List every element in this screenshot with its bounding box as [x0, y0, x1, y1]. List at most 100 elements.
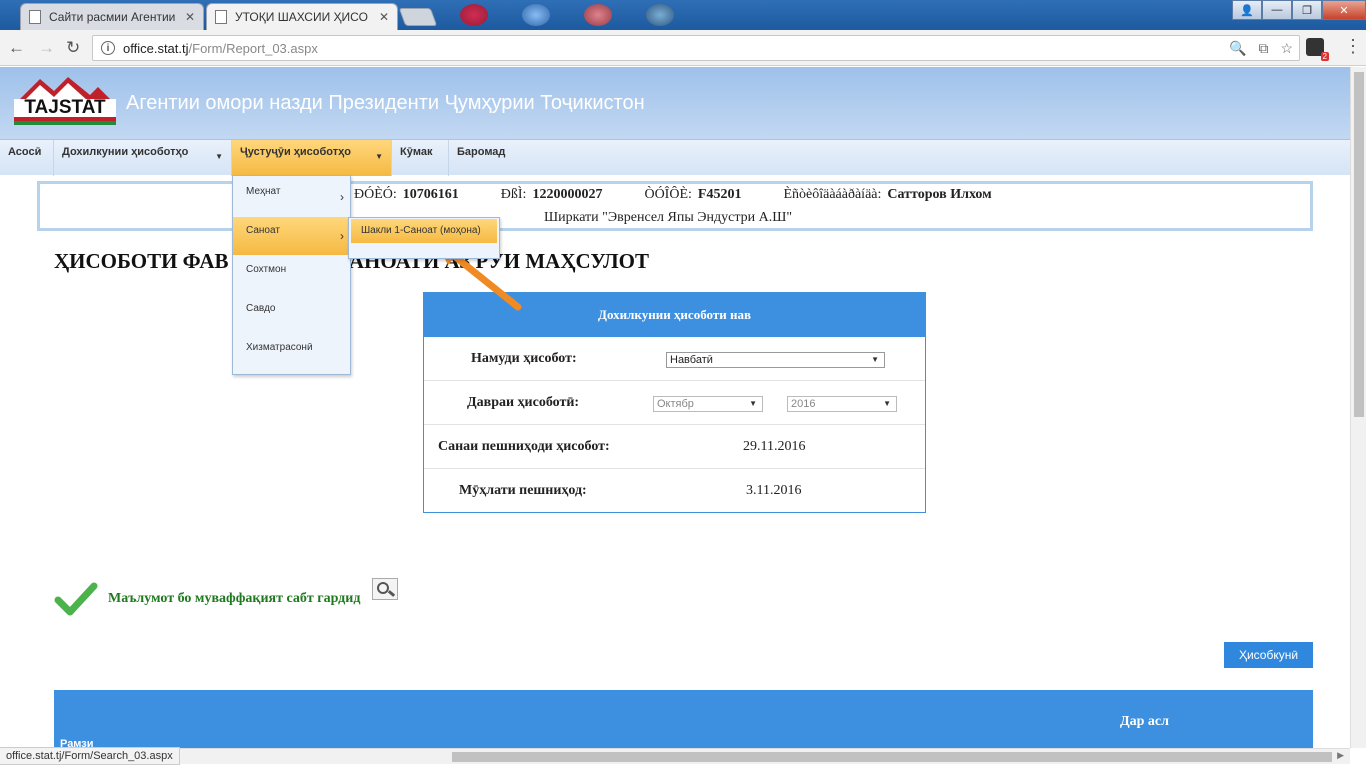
chevron-right-icon: ›	[340, 229, 344, 243]
deadline-row: Мӯҳлати пешниҳод: 3.11.2016	[424, 469, 925, 513]
close-icon[interactable]: ✕	[185, 10, 195, 24]
extension-icon[interactable]: 2	[1306, 38, 1329, 61]
dropdown-item-industry[interactable]: Саноат ›	[233, 217, 350, 255]
tajstat-logo[interactable]: TAJSTAT	[14, 77, 116, 125]
page-icon	[29, 10, 41, 24]
scroll-right-icon[interactable]: ▶	[1337, 750, 1344, 761]
dropdown-item-label: Меҳнат	[246, 186, 281, 197]
scroll-thumb[interactable]	[452, 752, 1332, 762]
deadline-value: 3.11.2016	[746, 483, 802, 498]
chevron-down-icon: ▼	[749, 399, 757, 408]
success-message: Маълумот бо муваффақият сабт гардид	[54, 582, 360, 616]
minimize-icon[interactable]: —	[1262, 0, 1292, 20]
extension-badge: 2	[1320, 52, 1329, 61]
maximize-icon[interactable]: ❐	[1292, 0, 1322, 20]
report-type-select[interactable]: Навбатӣ ▼	[666, 352, 885, 368]
report-type-label: Намуди ҳисобот:	[471, 351, 577, 366]
deadline-label: Мӯҳлати пешниҳод:	[459, 483, 587, 498]
horizontal-scrollbar[interactable]: ▶	[0, 748, 1350, 764]
logo-text: TAJSTAT	[14, 98, 116, 117]
info-key: Èñòèôîäàáàðàíäà:	[783, 187, 882, 202]
success-text: Маълумот бо муваффақият сабт гардид	[108, 591, 361, 606]
info-icon[interactable]: i	[101, 41, 115, 55]
search-reports-dropdown: Меҳнат › Саноат › Сохтмон Савдо Хизматрасо…	[232, 175, 351, 375]
dropdown-item-label: Хизматрасонӣ	[246, 342, 313, 353]
caret-down-icon: ▼	[215, 152, 223, 161]
reload-icon[interactable]: ↻	[66, 38, 80, 58]
window-controls: 👤 — ❐ ✕	[1232, 0, 1366, 20]
logo-stripe	[14, 117, 116, 125]
site-banner: TAJSTAT Агентии омори назди Президенти Ҷ…	[0, 67, 1350, 139]
dropdown-item-services[interactable]: Хизматрасонӣ	[233, 334, 350, 372]
info-key: ÐßÌ:	[500, 187, 527, 202]
new-report-panel: Дохилкунии ҳисоботи нав Намуди ҳисобот: …	[423, 292, 926, 513]
nav-item-home[interactable]: Асосӣ	[0, 140, 54, 176]
site-title: Агентии омори назди Президенти Ҷумҳурии …	[126, 92, 645, 114]
industry-submenu: Шакли 1-Саноат (моҳона)	[348, 217, 500, 259]
nav-item-enter-reports[interactable]: Дохилкунии ҳисоботҳо ▼	[54, 140, 232, 176]
dropdown-item-trade[interactable]: Савдо	[233, 295, 350, 333]
select-value: Навбатӣ	[670, 354, 713, 366]
close-icon[interactable]: ✕	[379, 10, 389, 24]
info-value: 1220000027	[532, 187, 603, 202]
url-text: office.stat.tj/Form/Report_03.aspx	[123, 40, 318, 56]
report-type-row: Намуди ҳисобот: Навбатӣ ▼	[424, 337, 925, 381]
app-icon[interactable]	[646, 4, 674, 26]
dropdown-item-construction[interactable]: Сохтмон	[233, 256, 350, 294]
nav-item-logout[interactable]: Баромад	[449, 140, 519, 176]
chrome-icon[interactable]	[460, 4, 488, 26]
dropdown-item-label: Сохтмон	[246, 264, 287, 275]
ie-icon[interactable]	[522, 4, 550, 26]
dropdown-item-label: Саноат	[246, 225, 280, 236]
tab-title: Сайти расмии Агентии	[49, 10, 176, 24]
data-table-header: Дар асл Рамзи	[54, 690, 1313, 748]
star-icon[interactable]: ☆	[1280, 40, 1293, 57]
dropdown-item-label: Савдо	[246, 303, 276, 314]
period-year-select[interactable]: 2016 ▼	[787, 396, 897, 412]
page-viewport: TAJSTAT Агентии омори назди Президенти Ҷ…	[0, 67, 1350, 748]
select-value: 2016	[791, 398, 816, 410]
info-value: F45201	[697, 187, 742, 202]
info-key: ÒÓÎÔÈ:	[644, 187, 692, 202]
browser-tabstrip: Сайти расмии Агентии ✕ УТОҚИ ШАХСИИ ҲИСО…	[0, 0, 1366, 30]
vertical-scrollbar[interactable]	[1350, 67, 1366, 748]
address-bar[interactable]: i office.stat.tj/Form/Report_03.aspx 🔍 ⧉…	[92, 35, 1300, 61]
menu-icon[interactable]: ⋮	[1344, 37, 1362, 55]
browser-tab-2[interactable]: УТОҚИ ШАХСИИ ҲИСО ✕	[206, 3, 398, 30]
close-window-icon[interactable]: ✕	[1322, 0, 1366, 20]
nav-label: Баромад	[457, 146, 506, 158]
user-icon[interactable]: 👤	[1232, 0, 1262, 20]
column-header-actual: Дар асл	[1120, 714, 1169, 729]
scroll-thumb[interactable]	[1354, 72, 1364, 417]
caret-down-icon: ▼	[375, 152, 383, 161]
taskbar-icons	[460, 4, 674, 26]
info-value: 10706161	[402, 187, 459, 202]
forward-icon[interactable]: →	[38, 38, 55, 58]
browser-toolbar: ← → ↻ i office.stat.tj/Form/Report_03.as…	[0, 30, 1366, 66]
submenu-item-form-1-industry[interactable]: Шакли 1-Саноат (моҳона)	[351, 219, 497, 243]
status-bar-url: office.stat.tj/Form/Search_03.aspx	[0, 747, 180, 765]
translate-icon[interactable]: ⧉	[1258, 40, 1268, 57]
info-value: Сатторов Илхом	[887, 187, 992, 202]
nav-label: Дохилкунии ҳисоботҳо	[62, 146, 189, 158]
main-nav: Асосӣ Дохилкунии ҳисоботҳо ▼ Ҷустуҷӯи ҳис…	[0, 139, 1350, 176]
submit-date-label: Санаи пешниҳоди ҳисобот:	[438, 439, 610, 454]
browser-tab-1[interactable]: Сайти расмии Агентии ✕	[20, 3, 204, 30]
chevron-down-icon: ▼	[883, 399, 891, 408]
period-label: Давраи ҳисоботӣ:	[467, 395, 580, 410]
app-icon[interactable]	[584, 4, 612, 26]
dropdown-item-labor[interactable]: Меҳнат ›	[233, 178, 350, 216]
period-row: Давраи ҳисоботӣ: Октябр ▼ 2016 ▼	[424, 381, 925, 425]
back-icon[interactable]: ←	[8, 38, 25, 58]
info-key: ÐÓÈÓ:	[354, 187, 397, 202]
nav-item-search-reports[interactable]: Ҷустуҷӯи ҳисоботҳо ▼	[232, 140, 392, 176]
period-month-select[interactable]: Октябр ▼	[653, 396, 763, 412]
new-tab-button[interactable]	[398, 8, 438, 26]
chevron-right-icon: ›	[340, 190, 344, 204]
calculate-button[interactable]: Ҳисобкунӣ	[1224, 642, 1313, 668]
nav-item-help[interactable]: Кӯмак	[392, 140, 449, 176]
page-icon	[215, 10, 227, 24]
tab-title: УТОҚИ ШАХСИИ ҲИСО	[235, 10, 368, 24]
zoom-icon[interactable]: 🔍	[1229, 40, 1246, 57]
magnifier-icon[interactable]	[372, 578, 398, 600]
